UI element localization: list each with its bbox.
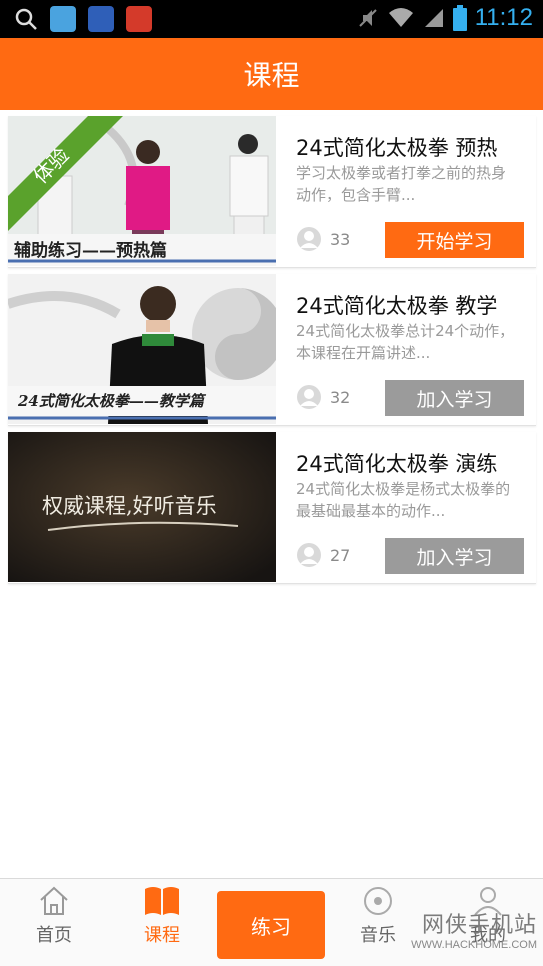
- course-description: 24式简化太极拳是杨式太极拳的最基础最基本的动作...: [296, 480, 511, 520]
- search-icon: [15, 8, 37, 30]
- join-learning-button[interactable]: 加入学习: [385, 380, 524, 416]
- learner-count: 27: [330, 545, 351, 565]
- thumbnail-caption: 24式简化太极拳——教学篇: [18, 392, 204, 410]
- tab-home-label: 首页: [36, 925, 72, 946]
- app-header: 课程: [0, 38, 543, 110]
- tab-music[interactable]: 音乐: [338, 885, 418, 965]
- wifi-icon: [388, 8, 413, 27]
- learner-count: 32: [330, 387, 351, 407]
- baidu-icon: [88, 6, 114, 32]
- music-icon: [364, 887, 392, 915]
- user-icon: [297, 227, 321, 251]
- thumbnail-caption: 权威课程,好听音乐: [42, 494, 217, 518]
- course-list: 体验 辅助练习——预热篇 24式简化太极拳 预热 学习太极拳或者打拳之前的热身动…: [8, 116, 536, 590]
- start-learning-button[interactable]: 开始学习: [385, 222, 524, 258]
- status-bar: 11:12: [0, 0, 543, 38]
- course-title[interactable]: 24式简化太极拳 教学: [296, 290, 497, 320]
- course-thumbnail[interactable]: 权威课程,好听音乐: [8, 432, 276, 582]
- page-title: 课程: [243, 59, 300, 92]
- course-card-teaching[interactable]: 24式简化太极拳——教学篇 24式简化太极拳 教学 24式简化太极拳总计24个动…: [8, 274, 536, 426]
- tab-home[interactable]: 首页: [14, 885, 94, 965]
- book-icon: [145, 887, 179, 915]
- practice-button[interactable]: 练习: [217, 891, 325, 959]
- site-watermark: 网侠手机站 WWW.HACKHOME.COM: [411, 907, 537, 951]
- bottom-tab-bar: 首页 课程 练习 音乐 我的 网侠手机站 WWW.HACKHOME.COM: [0, 878, 543, 966]
- course-thumbnail[interactable]: 24式简化太极拳——教学篇: [8, 274, 276, 424]
- tab-music-label: 音乐: [360, 925, 396, 946]
- course-thumbnail[interactable]: 体验 辅助练习——预热篇: [8, 116, 276, 266]
- user-icon: [297, 543, 321, 567]
- course-description: 24式简化太极拳总计24个动作，本课程在开篇讲述...: [296, 322, 515, 362]
- battery-icon: [452, 5, 467, 31]
- tab-courses-label: 课程: [144, 925, 180, 946]
- app-icon-3: [126, 6, 152, 32]
- course-title[interactable]: 24式简化太极拳 演练: [296, 448, 497, 478]
- home-icon: [40, 886, 68, 915]
- watermark-text: 网侠手机站: [421, 913, 537, 938]
- user-icon: [297, 385, 321, 409]
- signal-icon: [424, 9, 443, 27]
- learner-count: 33: [330, 229, 351, 249]
- status-time: 11:12: [474, 4, 533, 31]
- join-learning-button[interactable]: 加入学习: [385, 538, 524, 574]
- course-description: 学习太极拳或者打拳之前的热身动作，包含手臂...: [296, 164, 507, 204]
- tab-courses[interactable]: 课程: [122, 885, 202, 965]
- app-icon-1: [50, 6, 76, 32]
- practice-label: 练习: [251, 914, 291, 939]
- course-card-warmup[interactable]: 体验 辅助练习——预热篇 24式简化太极拳 预热 学习太极拳或者打拳之前的热身动…: [8, 116, 536, 268]
- course-card-practice[interactable]: 权威课程,好听音乐 24式简化太极拳 演练 24式简化太极拳是杨式太极拳的最基础…: [8, 432, 536, 584]
- mute-icon: [359, 9, 377, 27]
- thumbnail-caption: 辅助练习——预热篇: [14, 241, 167, 261]
- course-title[interactable]: 24式简化太极拳 预热: [296, 132, 497, 162]
- watermark-url: WWW.HACKHOME.COM: [411, 939, 537, 951]
